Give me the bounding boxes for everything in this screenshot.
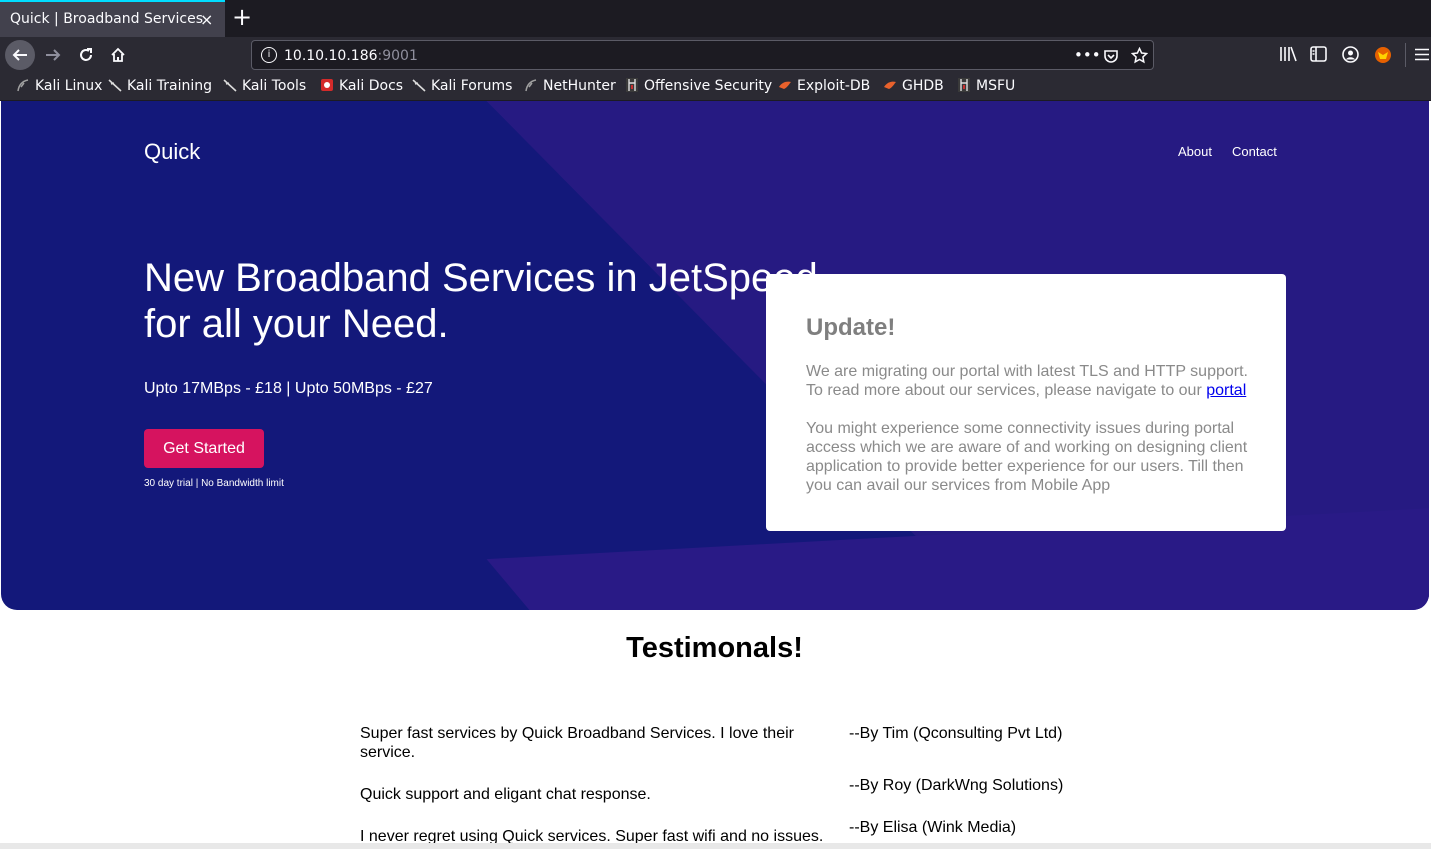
offsec-icon	[958, 78, 970, 92]
back-arrow-icon	[12, 49, 27, 61]
window-bottom-edge	[0, 843, 1431, 849]
page-viewport: Quick About Contact New Broadband Servic…	[0, 101, 1431, 843]
back-button[interactable]	[5, 40, 35, 70]
offsec-icon	[626, 78, 638, 92]
bookmark-label: Offensive Security	[644, 78, 773, 94]
reload-button[interactable]	[71, 40, 101, 70]
bookmark-label: GHDB	[902, 78, 944, 94]
account-icon[interactable]	[1342, 46, 1359, 63]
menu-hamburger-icon[interactable]	[1415, 48, 1429, 61]
get-started-button[interactable]: Get Started	[144, 429, 264, 468]
update-title: Update!	[806, 314, 896, 341]
bookmark-label: NetHunter	[543, 78, 616, 94]
bookmark-label: Exploit-DB	[797, 78, 871, 94]
sidebar-icon[interactable]	[1310, 46, 1327, 62]
bookmark-offensive-security[interactable]: Offensive Security	[625, 78, 772, 94]
tab-title: Quick | Broadband Services	[10, 11, 203, 27]
home-button[interactable]	[103, 40, 133, 70]
new-tab-button[interactable]: +	[232, 5, 252, 29]
bookmark-label: Kali Forums	[431, 78, 513, 94]
hero-headline: New Broadband Services in JetSpeed for a…	[144, 255, 844, 347]
update-migration-text: We are migrating our portal with latest …	[806, 363, 1248, 399]
forward-button[interactable]	[38, 40, 68, 70]
portal-link[interactable]: portal	[1206, 382, 1246, 399]
hero-section: Quick About Contact New Broadband Servic…	[1, 101, 1429, 610]
bookmark-nethunter[interactable]: NetHunter	[524, 78, 616, 94]
update-paragraph-migration: We are migrating our portal with latest …	[806, 362, 1256, 400]
exploit-db-icon	[884, 81, 896, 89]
testimonial-quote: Quick support and eligant chat response.	[360, 786, 651, 803]
testimonials-heading: Testimonals!	[626, 632, 803, 664]
bookmark-exploit-db[interactable]: Exploit-DB	[778, 78, 870, 94]
url-host: 10.10.10.186	[284, 48, 378, 64]
testimonial-author: --By Roy (DarkWng Solutions)	[849, 777, 1064, 794]
bookmark-ghdb[interactable]: GHDB	[883, 78, 944, 94]
kali-docs-icon	[321, 79, 333, 91]
trial-note: 30 day trial | No Bandwidth limit	[144, 478, 284, 489]
bookmark-kali-linux[interactable]: Kali Linux	[16, 78, 102, 94]
update-notice-card: Update! We are migrating our portal with…	[766, 274, 1286, 531]
exploit-db-icon	[779, 81, 791, 89]
home-icon	[111, 47, 125, 62]
url-bar[interactable]: i 10.10.10.186:9001 •••	[251, 40, 1154, 70]
reload-icon	[80, 48, 92, 61]
pocket-icon[interactable]	[1103, 48, 1119, 64]
browser-tab-active[interactable]: Quick | Broadband Services ×	[0, 0, 225, 37]
kali-dragon-icon	[223, 79, 237, 92]
bookmark-label: Kali Linux	[35, 78, 103, 94]
bookmark-kali-tools[interactable]: Kali Tools	[223, 78, 306, 94]
testimonial-author: --By Elisa (Wink Media)	[849, 819, 1017, 836]
navigation-toolbar: i 10.10.10.186:9001 •••	[0, 37, 1431, 73]
site-brand-logo[interactable]: Quick	[144, 139, 200, 165]
url-text[interactable]: 10.10.10.186:9001	[284, 48, 418, 64]
bookmark-msfu[interactable]: MSFU	[957, 78, 1015, 94]
bookmark-label: Kali Training	[127, 78, 212, 94]
kali-dragon-icon	[525, 79, 537, 92]
bookmark-label: Kali Tools	[242, 78, 307, 94]
toolbar-divider	[1405, 43, 1406, 67]
bookmark-label: Kali Docs	[339, 78, 404, 94]
bookmarks-toolbar: Kali Linux Kali Training Kali Tools Kali…	[0, 73, 1431, 101]
site-info-icon[interactable]: i	[261, 47, 277, 63]
tab-close-icon[interactable]: ×	[200, 10, 213, 29]
bookmark-kali-forums[interactable]: Kali Forums	[412, 78, 512, 94]
testimonial-quote: I never regret using Quick services. Sup…	[360, 828, 824, 843]
testimonial-quote: Super fast services by Quick Broadband S…	[360, 725, 794, 761]
forward-arrow-icon	[46, 49, 61, 61]
bookmark-kali-training[interactable]: Kali Training	[108, 78, 212, 94]
nav-link-contact[interactable]: Contact	[1232, 144, 1277, 159]
hero-headline-line2: for all your Need.	[144, 302, 449, 346]
nav-link-about[interactable]: About	[1178, 144, 1212, 159]
bookmark-label: MSFU	[976, 78, 1016, 94]
kali-dragon-icon	[17, 79, 29, 92]
tab-bar: Quick | Broadband Services × +	[0, 0, 1431, 37]
library-icon[interactable]	[1279, 46, 1297, 62]
bookmark-kali-docs[interactable]: Kali Docs	[320, 78, 403, 94]
update-paragraph-connectivity: You might experience some connectivity i…	[806, 420, 1248, 494]
extension-foxyproxy-icon[interactable]	[1374, 46, 1392, 64]
hero-headline-line1: New Broadband Services in JetSpeed	[144, 256, 818, 300]
kali-dragon-icon	[412, 79, 426, 92]
page-actions-icon[interactable]: •••	[1074, 46, 1101, 64]
testimonial-author: --By Tim (Qconsulting Pvt Ltd)	[849, 725, 1063, 742]
pricing-text: Upto 17MBps - £18 | Upto 50MBps - £27	[144, 380, 433, 397]
bookmark-star-icon[interactable]	[1131, 47, 1148, 64]
url-port: :9001	[377, 48, 418, 64]
kali-dragon-icon	[108, 79, 122, 92]
